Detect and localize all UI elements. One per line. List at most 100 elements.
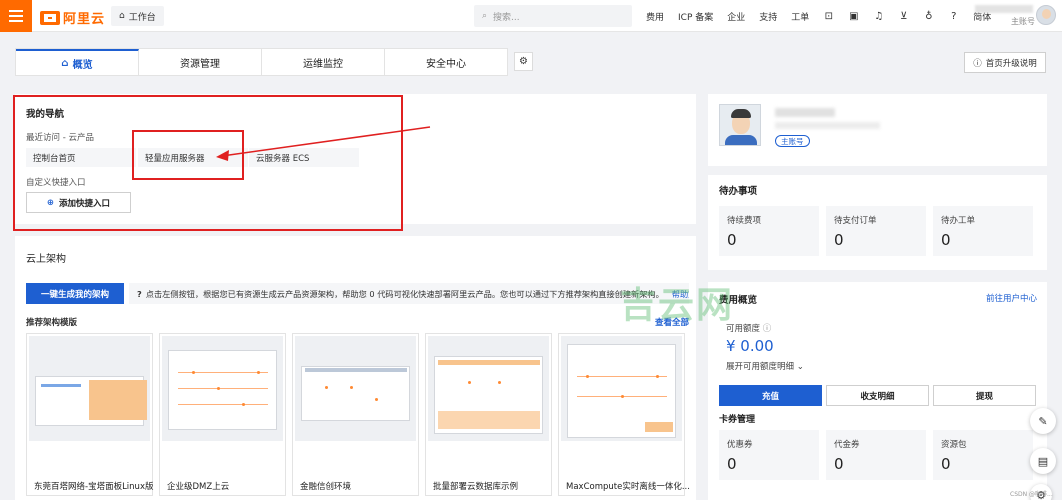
home-icon: ⌂ — [61, 57, 69, 69]
stat-label: 待支付订单 — [834, 216, 877, 226]
architecture-tip: ? 点击左侧按钮，根据您已有资源生成云产品资源架构，帮助您 0 代码可视化快速部… — [129, 283, 689, 304]
cloud-shell-icon[interactable]: ⊡ — [823, 11, 834, 22]
available-amount: ¥ 0.00 — [726, 337, 774, 355]
expand-credit-details[interactable]: 展开可用额度明细 ⌄ — [726, 360, 804, 372]
top-navbar: 阿里云 ⌂ 工作台 ⌕ 搜索... 费用 ICP 备案 企业 支持 工单 ⊡ ▣… — [0, 0, 1062, 32]
stat-label: 资源包 — [941, 440, 967, 450]
template-card[interactable]: 金融信创环境 — [292, 333, 419, 496]
template-card[interactable]: 企业级DMZ上云 — [159, 333, 286, 496]
aliyun-logo[interactable]: 阿里云 — [40, 8, 105, 27]
available-credit-label: 可用额度 ⓘ — [726, 322, 771, 334]
bell-icon[interactable]: ♫ — [873, 11, 884, 22]
template-card[interactable]: MaxCompute实时离线一体化... — [558, 333, 690, 496]
transactions-button[interactable]: 收支明细 — [826, 385, 929, 406]
withdraw-button[interactable]: 提现 — [933, 385, 1036, 406]
stat-value: 0 — [941, 231, 951, 249]
nav-link-icp[interactable]: ICP 备案 — [678, 10, 713, 23]
top-links: 费用 ICP 备案 企业 支持 工单 ⊡ ▣ ♫ ⊻ ♁ ? 简体 — [646, 0, 991, 32]
stat-label: 待办工单 — [941, 216, 976, 226]
recharge-button[interactable]: 充值 — [719, 385, 822, 406]
tab-label: 资源管理 — [180, 58, 220, 70]
question-circle-icon[interactable]: ⓘ — [763, 324, 772, 334]
nav-link-enterprise[interactable]: 企业 — [727, 10, 745, 23]
template-card[interactable]: 东莞百塔网络-宝塔面板Linux版 — [26, 333, 153, 496]
template-card[interactable]: 批量部署云数据库示例 — [425, 333, 552, 496]
profile-id-blurred — [775, 122, 880, 129]
fee-title: 费用概览 — [719, 295, 758, 306]
profile-avatar[interactable] — [719, 104, 761, 146]
generate-architecture-button[interactable]: 一键生成我的架构 — [26, 283, 124, 304]
tab-monitoring[interactable]: 运维监控 — [262, 49, 385, 75]
see-all-link[interactable]: 查看全部 — [655, 316, 689, 328]
profile-card: 主账号 — [708, 94, 1047, 166]
template-name: 批量部署云数据库示例 — [433, 482, 519, 492]
todo-card: 待办事项 待续费项 0 待支付订单 0 待办工单 0 — [708, 175, 1047, 270]
info-icon: ⓘ — [973, 58, 982, 69]
workbench-label: 工作台 — [128, 12, 156, 23]
stat-label: 代金券 — [834, 440, 860, 450]
template-thumbnail — [295, 336, 416, 441]
recommend-label: 推荐架构模版 — [26, 318, 78, 328]
lightbulb-icon[interactable]: ♁ — [923, 11, 934, 22]
logo-text: 阿里云 — [63, 12, 106, 27]
user-center-link[interactable]: 前往用户中心 — [986, 292, 1037, 304]
template-thumbnail — [29, 336, 150, 441]
workbench-button[interactable]: ⌂ 工作台 — [111, 6, 164, 26]
todo-renewal[interactable]: 待续费项 0 — [719, 206, 819, 256]
footer-watermark: CSDN @咖啡... — [1010, 491, 1053, 498]
coupon-voucher[interactable]: 代金券 0 — [826, 430, 926, 480]
question-icon: ? — [137, 288, 142, 299]
coupon-resource-pack[interactable]: 资源包 0 — [933, 430, 1033, 480]
template-thumbnail — [428, 336, 549, 441]
cart-icon[interactable]: ⊻ — [898, 11, 909, 22]
todo-unpaid-orders[interactable]: 待支付订单 0 — [826, 206, 926, 256]
terminal-icon[interactable]: ▣ — [848, 11, 859, 22]
template-thumbnail — [561, 336, 682, 441]
help-doc-link[interactable]: 帮助文档 — [672, 288, 689, 300]
coupon-discount[interactable]: 优惠券 0 — [719, 430, 819, 480]
tab-security[interactable]: 安全中心 — [385, 49, 507, 75]
tip-text: 点击左侧按钮，根据您已有资源生成云产品资源架构，帮助您 0 代码可视化快速部署阿… — [145, 288, 664, 299]
fee-overview-card: 费用概览 前往用户中心 可用额度 ⓘ ¥ 0.00 展开可用额度明细 ⌄ 充值 … — [708, 282, 1047, 500]
annotation-box-lightweight — [132, 130, 244, 180]
edit-icon[interactable]: ✎ — [1030, 408, 1056, 434]
template-name: 金融信创环境 — [300, 482, 352, 492]
template-name: 企业级DMZ上云 — [167, 482, 230, 492]
tab-label: 概览 — [72, 59, 93, 71]
available-label-text: 可用额度 — [726, 324, 761, 334]
tab-label: 运维监控 — [303, 58, 343, 70]
stat-value: 0 — [727, 231, 737, 249]
search-icon: ⌕ — [482, 11, 488, 21]
upgrade-info-button[interactable]: ⓘ 首页升级说明 — [964, 52, 1046, 73]
tab-overview[interactable]: ⌂ 概览 — [16, 49, 139, 75]
stat-label: 优惠券 — [727, 440, 753, 450]
template-thumbnail — [162, 336, 283, 441]
architecture-title: 云上架构 — [26, 254, 66, 265]
template-name: MaxCompute实时离线一体化... — [566, 482, 690, 492]
tab-label: 安全中心 — [426, 58, 466, 70]
architecture-card: 云上架构 一键生成我的架构 ? 点击左侧按钮，根据您已有资源生成云产品资源架构，… — [15, 236, 696, 500]
clipboard-icon[interactable]: ▤ — [1030, 448, 1056, 474]
account-info[interactable]: 主账号 — [975, 5, 1035, 27]
search-placeholder: 搜索... — [493, 12, 520, 23]
menu-icon[interactable] — [0, 0, 32, 32]
avatar[interactable] — [1036, 5, 1056, 25]
main-tabs: ⌂ 概览 资源管理 运维监控 安全中心 — [15, 48, 508, 76]
expand-label: 展开可用额度明细 — [726, 362, 795, 372]
home-icon: ⌂ — [119, 11, 125, 21]
nav-link-fee[interactable]: 费用 — [646, 10, 664, 23]
nav-link-support[interactable]: 支持 — [759, 10, 777, 23]
account-type: 主账号 — [1011, 17, 1035, 26]
stat-value: 0 — [941, 455, 951, 473]
todo-tickets[interactable]: 待办工单 0 — [933, 206, 1033, 256]
stat-value: 0 — [727, 455, 737, 473]
logo-mark-icon — [40, 10, 60, 25]
tab-resources[interactable]: 资源管理 — [139, 49, 262, 75]
template-name: 东莞百塔网络-宝塔面板Linux版 — [34, 482, 154, 492]
help-icon[interactable]: ? — [948, 11, 959, 22]
search-input[interactable]: ⌕ 搜索... — [474, 5, 632, 27]
gear-icon[interactable]: ⚙ — [514, 52, 533, 71]
main-account-badge: 主账号 — [775, 135, 810, 147]
nav-link-ticket[interactable]: 工单 — [791, 10, 809, 23]
todo-title: 待办事项 — [719, 186, 758, 197]
